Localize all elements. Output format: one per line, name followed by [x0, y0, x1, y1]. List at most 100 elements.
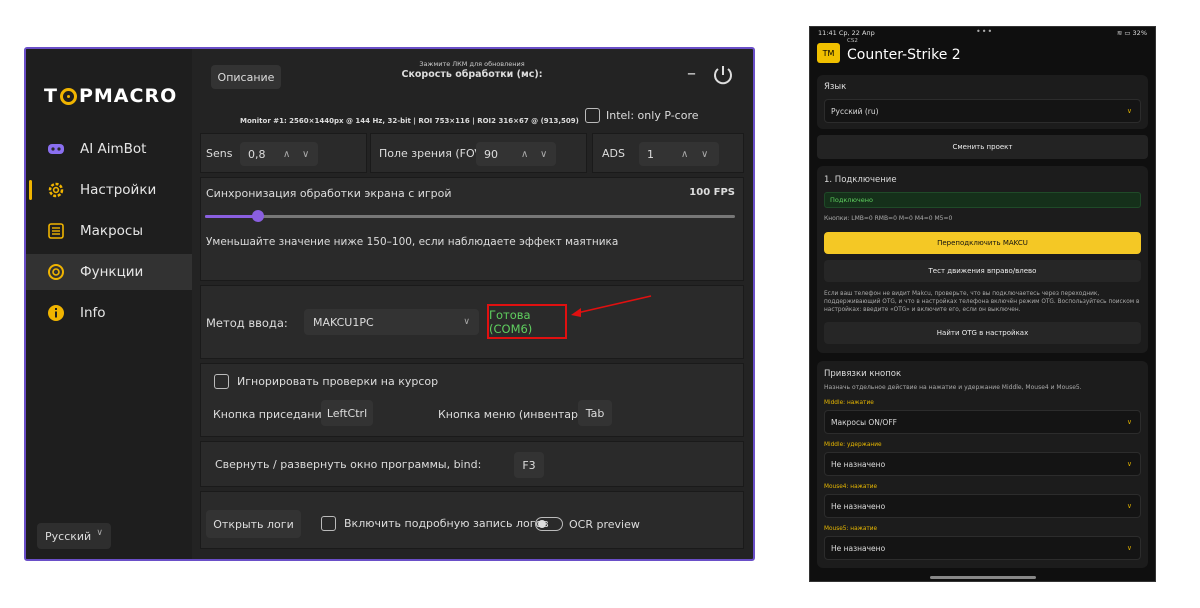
- otg-hint: Если ваш телефон не видит Makcu, проверь…: [824, 291, 1140, 313]
- find-otg-button[interactable]: Найти OTG в настройках: [824, 322, 1141, 344]
- sens-card: Sens 0,8 ∧ ∨: [200, 133, 367, 173]
- home-indicator[interactable]: [930, 576, 1036, 579]
- chevron-up-icon[interactable]: ∧: [521, 149, 528, 160]
- binding-select-middle-hold[interactable]: Не назначено ∨: [824, 452, 1141, 476]
- sidebar-item-label: Макросы: [80, 223, 143, 239]
- chevron-down-icon: ∨: [1126, 418, 1132, 426]
- fov-label: Поле зрения (FOV): [379, 147, 487, 160]
- connection-card: 1. Подключение Подключено Кнопки: LMB=0 …: [817, 166, 1148, 353]
- sidebar-item-settings[interactable]: Настройки: [26, 172, 192, 208]
- ocr-preview-label: OCR preview: [569, 518, 640, 531]
- test-move-button[interactable]: Тест движения вправо/влево: [824, 260, 1141, 282]
- chevron-down-icon: ∨: [463, 317, 470, 327]
- sidebar: T PMACRO AI AimBot Настройки Макросы Функ…: [26, 49, 192, 559]
- ads-spinner[interactable]: 1 ∧ ∨: [639, 142, 719, 166]
- binding-label: Middle: нажатие: [824, 400, 874, 406]
- monitor-info: Monitor #1: 2560×1440px @ 144 Hz, 32-bit…: [240, 117, 579, 125]
- checkbox[interactable]: [214, 374, 229, 389]
- checkbox[interactable]: [321, 516, 336, 531]
- bindings-subtitle: Назначь отдельное действие на нажатие и …: [824, 384, 1082, 391]
- sens-label: Sens: [206, 147, 233, 160]
- input-method-select[interactable]: MAKCU1PC ∨: [304, 309, 479, 335]
- sync-hint: Уменьшайте значение ниже 150–100, если н…: [206, 236, 619, 248]
- slider-thumb[interactable]: [252, 210, 264, 222]
- logs-card: Открыть логи Включить подробную запись л…: [200, 491, 744, 549]
- language-label: Язык: [824, 82, 847, 92]
- status-dots: •••: [976, 27, 994, 36]
- ads-label: ADS: [602, 147, 625, 160]
- battery-indicator: ≋ ▭ 32%: [1116, 29, 1147, 37]
- language-select[interactable]: Русский (ru) ∨: [824, 99, 1141, 123]
- main-panel: Описание Зажмите ЛКМ для обновления Скор…: [192, 49, 753, 559]
- input-method-label: Метод ввода:: [206, 316, 288, 330]
- sidebar-item-label: AI AimBot: [80, 141, 147, 157]
- sync-slider[interactable]: [205, 210, 735, 222]
- sidebar-item-label: Функции: [80, 264, 144, 280]
- minimize-button[interactable]: –: [687, 63, 696, 84]
- fov-spinner[interactable]: 90 ∧ ∨: [476, 142, 556, 166]
- reconnect-button[interactable]: Переподключить MAKCU: [824, 232, 1141, 254]
- sidebar-item-functions[interactable]: Функции: [26, 254, 192, 290]
- topmacro-window: T PMACRO AI AimBot Настройки Макросы Функ…: [24, 47, 755, 561]
- cursor-card: Игнорировать проверки на курсор Кнопка п…: [200, 363, 744, 437]
- crouch-label: Кнопка приседания:: [213, 408, 332, 421]
- connection-title: 1. Подключение: [824, 175, 897, 185]
- annotation-arrow: [571, 295, 652, 317]
- chevron-down-icon[interactable]: ∨: [540, 149, 547, 160]
- chevron-down-icon: ∨: [96, 528, 103, 538]
- chevron-down-icon: ∨: [1126, 502, 1132, 510]
- app-tag: CS2: [847, 38, 858, 44]
- sidebar-item-aimbot[interactable]: AI AimBot: [26, 131, 192, 167]
- ocr-preview-toggle[interactable]: [535, 517, 563, 531]
- ignore-cursor-checkbox[interactable]: Игнорировать проверки на курсор: [214, 374, 438, 389]
- intel-pcore-checkbox[interactable]: Intel: only P-core: [585, 108, 699, 123]
- description-button[interactable]: Описание: [211, 65, 281, 89]
- connection-status: Готова (COM6): [487, 304, 567, 339]
- logo-target-icon: [59, 87, 77, 105]
- chevron-up-icon[interactable]: ∧: [283, 149, 290, 160]
- binding-select-mouse5[interactable]: Не назначено ∨: [824, 536, 1141, 560]
- binding-select-mouse4[interactable]: Не назначено ∨: [824, 494, 1141, 518]
- page-title: Counter-Strike 2: [847, 47, 961, 63]
- language-select[interactable]: Русский ∨: [37, 523, 111, 549]
- sidebar-item-info[interactable]: Info: [26, 295, 192, 331]
- chevron-down-icon: ∨: [1126, 460, 1132, 468]
- window-bind-card: Свернуть / развернуть окно программы, bi…: [200, 441, 744, 487]
- chevron-up-icon[interactable]: ∧: [681, 149, 688, 160]
- sidebar-item-macros[interactable]: Макросы: [26, 213, 192, 249]
- chevron-down-icon[interactable]: ∨: [302, 149, 309, 160]
- bindings-title: Привязки кнопок: [824, 369, 902, 379]
- binding-label: Mouse4: нажатие: [824, 484, 878, 490]
- chevron-down-icon: ∨: [1126, 544, 1132, 552]
- buttons-state: Кнопки: LMB=0 RMB=0 M=0 M4=0 M5=0: [824, 215, 953, 222]
- checkbox[interactable]: [585, 108, 600, 123]
- language-card: Язык Русский (ru) ∨: [817, 75, 1148, 129]
- sync-card: Синхронизация обработки экрана с игрой 1…: [200, 177, 744, 281]
- sens-spinner[interactable]: 0,8 ∧ ∨: [240, 142, 318, 166]
- chevron-down-icon[interactable]: ∨: [701, 149, 708, 160]
- window-bind-label: Свернуть / развернуть окно программы, bi…: [215, 458, 482, 471]
- change-project-button[interactable]: Сменить проект: [817, 135, 1148, 159]
- ads-card: ADS 1 ∧ ∨: [592, 133, 744, 173]
- menu-key-button[interactable]: Tab: [578, 400, 612, 426]
- refresh-hint: Зажмите ЛКМ для обновления: [419, 60, 525, 68]
- info-icon: [46, 303, 66, 323]
- fps-value: 100 FPS: [689, 187, 735, 198]
- window-bind-button[interactable]: F3: [514, 452, 544, 478]
- connection-status: Подключено: [824, 192, 1141, 208]
- crouch-key-button[interactable]: LeftCtrl: [321, 400, 373, 426]
- gamepad-icon: [46, 139, 66, 159]
- list-icon: [46, 221, 66, 241]
- target-icon: [46, 262, 66, 282]
- status-bar: 11:41 Ср, 22 Апр: [818, 29, 875, 37]
- sidebar-item-label: Настройки: [80, 182, 157, 198]
- power-icon[interactable]: [712, 64, 736, 88]
- binding-label: Mouse5: нажатие: [824, 526, 878, 532]
- binding-select-middle-press[interactable]: Макросы ON/OFF ∨: [824, 410, 1141, 434]
- sidebar-item-label: Info: [80, 305, 106, 321]
- verbose-logs-checkbox[interactable]: Включить подробную запись логов: [321, 516, 549, 531]
- app-logo: TM: [817, 43, 840, 63]
- open-logs-button[interactable]: Открыть логи: [206, 510, 301, 538]
- phone-screen: 11:41 Ср, 22 Апр ••• ≋ ▭ 32% CS2 TM Coun…: [809, 26, 1156, 582]
- processing-speed-label[interactable]: Скорость обработки (мс):: [362, 69, 582, 80]
